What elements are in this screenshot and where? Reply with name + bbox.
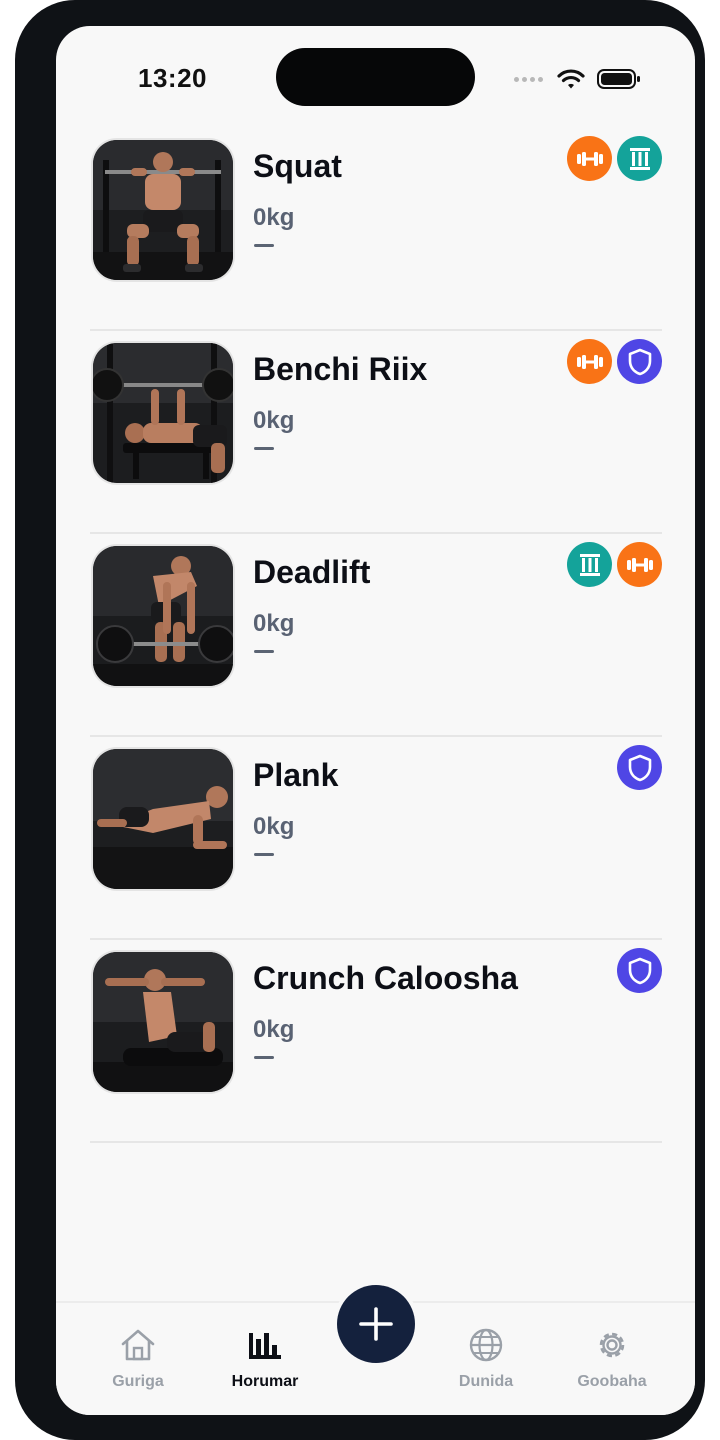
nav-label: Goobaha <box>577 1373 647 1390</box>
nav-item-goobaha[interactable]: Goobaha <box>557 1303 667 1415</box>
status-time: 13:20 <box>138 63 207 93</box>
nav-item-horumar[interactable]: Horumar <box>210 1303 320 1415</box>
exercise-last-value <box>254 650 274 653</box>
exercise-weight: 0kg <box>253 407 295 434</box>
exercise-badges <box>617 745 662 790</box>
phone-frame: 13:20 Squat 0kg Benchi Riix 0kg Deadlift… <box>15 0 705 1440</box>
exercise-badges <box>567 542 662 587</box>
exercise-name: Plank <box>253 757 339 793</box>
exercise-image-plank <box>93 749 233 889</box>
exercise-name: Crunch Caloosha <box>253 960 518 996</box>
dumbbell-icon <box>567 136 612 181</box>
exercise-weight: 0kg <box>253 1016 295 1043</box>
exercise-row-squat[interactable]: Squat 0kg <box>90 126 662 331</box>
wifi-icon <box>557 69 585 89</box>
exercise-row-deadlift[interactable]: Deadlift 0kg <box>90 532 662 737</box>
nav-label: Dunida <box>458 1373 514 1390</box>
exercise-badges <box>567 339 662 384</box>
exercise-name: Benchi Riix <box>253 351 428 387</box>
pillar-icon <box>617 136 662 181</box>
exercise-last-value <box>254 244 274 247</box>
app-screen: 13:20 Squat 0kg Benchi Riix 0kg Deadlift… <box>56 26 695 1415</box>
nav-label: Horumar <box>231 1373 299 1390</box>
exercise-name: Deadlift <box>253 554 371 590</box>
exercise-image-deadlift <box>93 546 233 686</box>
gear-icon <box>599 1332 625 1358</box>
exercise-last-value <box>254 447 274 450</box>
shield-icon <box>617 948 662 993</box>
dynamic-island <box>276 48 475 106</box>
nav-item-guriga[interactable]: Guriga <box>83 1303 193 1415</box>
exercise-image-squat <box>93 140 233 280</box>
exercise-badges <box>617 948 662 993</box>
exercise-image-bench <box>93 343 233 483</box>
shield-icon <box>617 339 662 384</box>
shield-icon <box>617 745 662 790</box>
nav-item-dunida[interactable]: Dunida <box>431 1303 541 1415</box>
exercise-row-benchi-riix[interactable]: Benchi Riix 0kg <box>90 329 662 534</box>
globe-icon <box>469 1328 503 1362</box>
dumbbell-icon <box>617 542 662 587</box>
nav-label: Guriga <box>112 1373 164 1390</box>
exercise-weight: 0kg <box>253 813 295 840</box>
exercise-badges <box>567 136 662 181</box>
exercise-name: Squat <box>253 148 342 184</box>
battery-icon <box>597 69 640 89</box>
exercise-last-value <box>254 853 274 856</box>
exercise-weight: 0kg <box>253 610 295 637</box>
signal-dots-icon <box>514 76 543 82</box>
dumbbell-icon <box>567 339 612 384</box>
exercise-last-value <box>254 1056 274 1059</box>
status-icons <box>514 66 641 92</box>
bar-chart-icon <box>249 1333 281 1359</box>
pillar-icon <box>567 542 612 587</box>
exercise-row-crunch-caloosha[interactable]: Crunch Caloosha 0kg <box>90 938 662 1143</box>
home-icon <box>121 1329 155 1361</box>
exercise-row-plank[interactable]: Plank 0kg <box>90 735 662 940</box>
add-workout-button[interactable] <box>337 1285 415 1363</box>
exercise-weight: 0kg <box>253 204 295 231</box>
exercise-image-crunch <box>93 952 233 1092</box>
plus-icon <box>359 1307 393 1341</box>
